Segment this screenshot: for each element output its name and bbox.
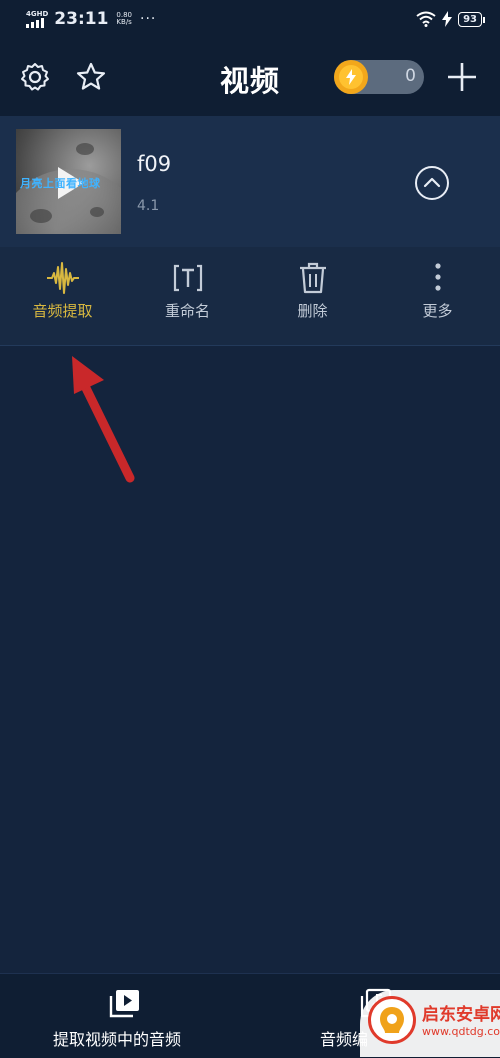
annotation-arrow-icon xyxy=(72,356,135,483)
page-title: 视频 xyxy=(219,64,280,98)
charging-icon xyxy=(442,11,453,27)
file-meta: 4.1 xyxy=(137,198,160,214)
battery-icon: 93 xyxy=(458,11,485,27)
chevron-up-icon xyxy=(423,177,441,188)
action-rename[interactable]: 重命名 xyxy=(125,247,250,345)
action-label: 重命名 xyxy=(164,302,210,320)
watermark-logo-icon xyxy=(368,996,416,1044)
signal-icon xyxy=(26,17,44,28)
action-label: 删除 xyxy=(297,302,328,320)
audio-wave-icon xyxy=(47,262,79,294)
watermark-url: www.qdtdg.com xyxy=(422,1025,500,1038)
status-bar: 4GHD 23:11 0.80 KB/s ··· 93 xyxy=(0,0,500,38)
action-audio-extract[interactable]: 音频提取 xyxy=(0,247,125,345)
more-vertical-icon xyxy=(435,263,441,291)
boost-toggle[interactable]: 0 xyxy=(334,60,424,94)
app-header: 视频 0 xyxy=(0,38,500,116)
action-delete[interactable]: 删除 xyxy=(250,247,375,345)
action-label: 更多 xyxy=(422,302,453,320)
plus-icon[interactable] xyxy=(447,62,477,92)
video-play-icon xyxy=(109,990,139,1018)
status-right: 93 xyxy=(416,11,485,27)
network-type: 4GHD xyxy=(26,9,49,18)
network-speed: 0.80 KB/s xyxy=(116,12,132,26)
thumbnail-caption: 月亮上面看地球 xyxy=(20,177,101,190)
toggle-knob xyxy=(334,60,368,94)
collapse-button[interactable] xyxy=(415,166,449,200)
watermark: 启东安卓网 www.qdtdg.com xyxy=(360,990,500,1057)
video-file-item[interactable]: 月亮上面看地球 f09 4.1 xyxy=(0,116,500,247)
speed-unit: KB/s xyxy=(116,18,132,26)
blur-mask xyxy=(170,146,290,226)
more-status-icon: ··· xyxy=(140,11,157,27)
action-label: 音频提取 xyxy=(32,302,93,320)
video-thumbnail[interactable]: 月亮上面看地球 xyxy=(16,129,121,234)
rename-icon xyxy=(173,264,203,292)
network-indicator: 4GHD xyxy=(26,9,49,28)
action-more[interactable]: 更多 xyxy=(375,247,500,345)
toggle-count: 0 xyxy=(405,66,416,86)
wifi-icon xyxy=(416,11,436,27)
lightning-icon xyxy=(346,69,356,85)
file-name: f09 xyxy=(137,152,172,176)
watermark-text: 启东安卓网 xyxy=(422,1005,500,1025)
trash-icon xyxy=(300,262,326,294)
nav-extract-audio[interactable]: 提取视频中的音频 xyxy=(0,974,250,1058)
file-action-bar: 音频提取 重命名 删除 更多 xyxy=(0,247,500,346)
clock: 23:11 xyxy=(54,9,109,29)
nav-label: 提取视频中的音频 xyxy=(53,1030,182,1049)
